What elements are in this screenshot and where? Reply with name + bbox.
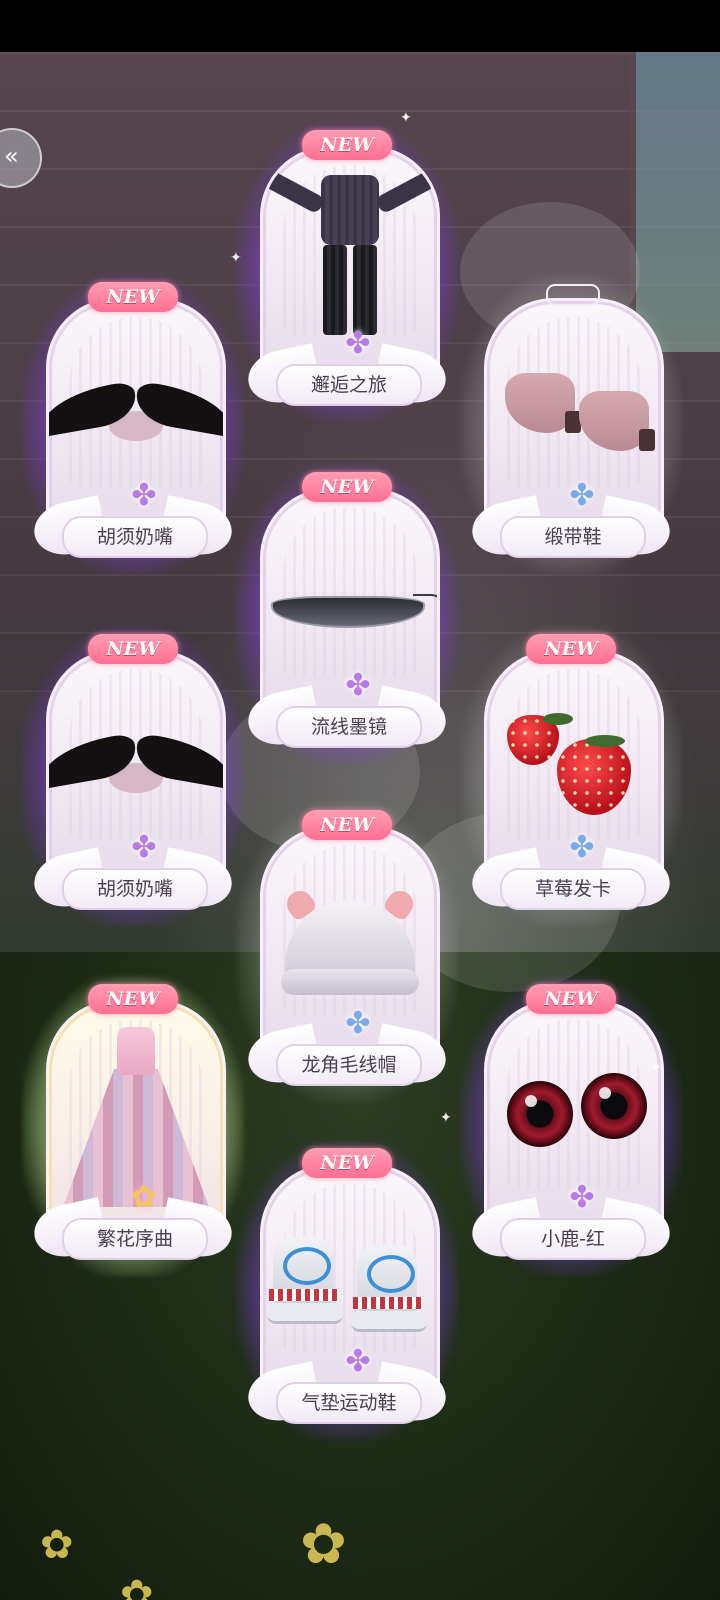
- flower-decoration: ✿: [40, 1522, 74, 1568]
- flower-decoration: ✿: [120, 1572, 154, 1600]
- item-name: 胡须奶嘴: [62, 868, 208, 910]
- item-card[interactable]: ✤ NEW 小鹿-红: [460, 976, 682, 1282]
- new-badge: NEW: [526, 984, 616, 1014]
- item-name: 小鹿-红: [500, 1218, 646, 1260]
- new-badge: NEW: [88, 282, 178, 312]
- item-card[interactable]: ✤ NEW 胡须奶嘴: [22, 274, 244, 580]
- strawberry-clips-image: [507, 713, 647, 825]
- item-card[interactable]: ✤ NEW 草莓发卡: [460, 626, 682, 932]
- item-card[interactable]: ✤ NEW 气垫运动鞋: [236, 1140, 458, 1446]
- new-badge: NEW: [88, 634, 178, 664]
- item-card[interactable]: ✤ NEW 胡须奶嘴: [22, 626, 244, 932]
- status-bar: [0, 0, 720, 52]
- item-card[interactable]: ✿ NEW 繁花序曲: [22, 976, 244, 1282]
- new-badge: NEW: [302, 472, 392, 502]
- item-name: 龙角毛线帽: [276, 1044, 422, 1086]
- mustache-pacifier-image: [49, 731, 223, 793]
- red-eyes-image: [503, 1073, 653, 1153]
- flower-decoration: ✿: [300, 1512, 347, 1577]
- sparkle-icon: ✦: [440, 1110, 452, 1126]
- sparkle-icon: ✦: [230, 250, 242, 266]
- item-card[interactable]: ✤ 缎带鞋: [460, 274, 682, 580]
- item-card[interactable]: ✤ NEW 邂逅之旅: [236, 122, 458, 428]
- new-badge: NEW: [302, 130, 392, 160]
- mustache-pacifier-image: [49, 379, 223, 441]
- sunglasses-image: [263, 586, 437, 636]
- item-name: 气垫运动鞋: [276, 1382, 422, 1424]
- suit-outfit-image: [263, 167, 437, 347]
- item-name: 繁花序曲: [62, 1218, 208, 1260]
- double-chevron-left-icon: «: [4, 142, 19, 170]
- item-name: 草莓发卡: [500, 868, 646, 910]
- new-badge: NEW: [526, 634, 616, 664]
- ribbon-bow-icon: [546, 284, 600, 306]
- new-badge: NEW: [302, 810, 392, 840]
- item-name: 流线墨镜: [276, 706, 422, 748]
- new-badge: NEW: [302, 1148, 392, 1178]
- item-card[interactable]: ✤ NEW 龙角毛线帽: [236, 802, 458, 1108]
- ribbon-shoes-image: [497, 351, 657, 461]
- sparkle-icon: ✦: [650, 1060, 662, 1076]
- air-cushion-sneakers-image: [267, 1219, 431, 1332]
- item-card[interactable]: ✤ NEW 流线墨镜: [236, 464, 458, 770]
- item-name: 胡须奶嘴: [62, 516, 208, 558]
- item-name: 邂逅之旅: [276, 364, 422, 406]
- sparkle-icon: ✦: [400, 110, 412, 126]
- item-name: 缎带鞋: [500, 516, 646, 558]
- dragon-horn-knit-hat-image: [281, 885, 419, 1001]
- new-badge: NEW: [88, 984, 178, 1014]
